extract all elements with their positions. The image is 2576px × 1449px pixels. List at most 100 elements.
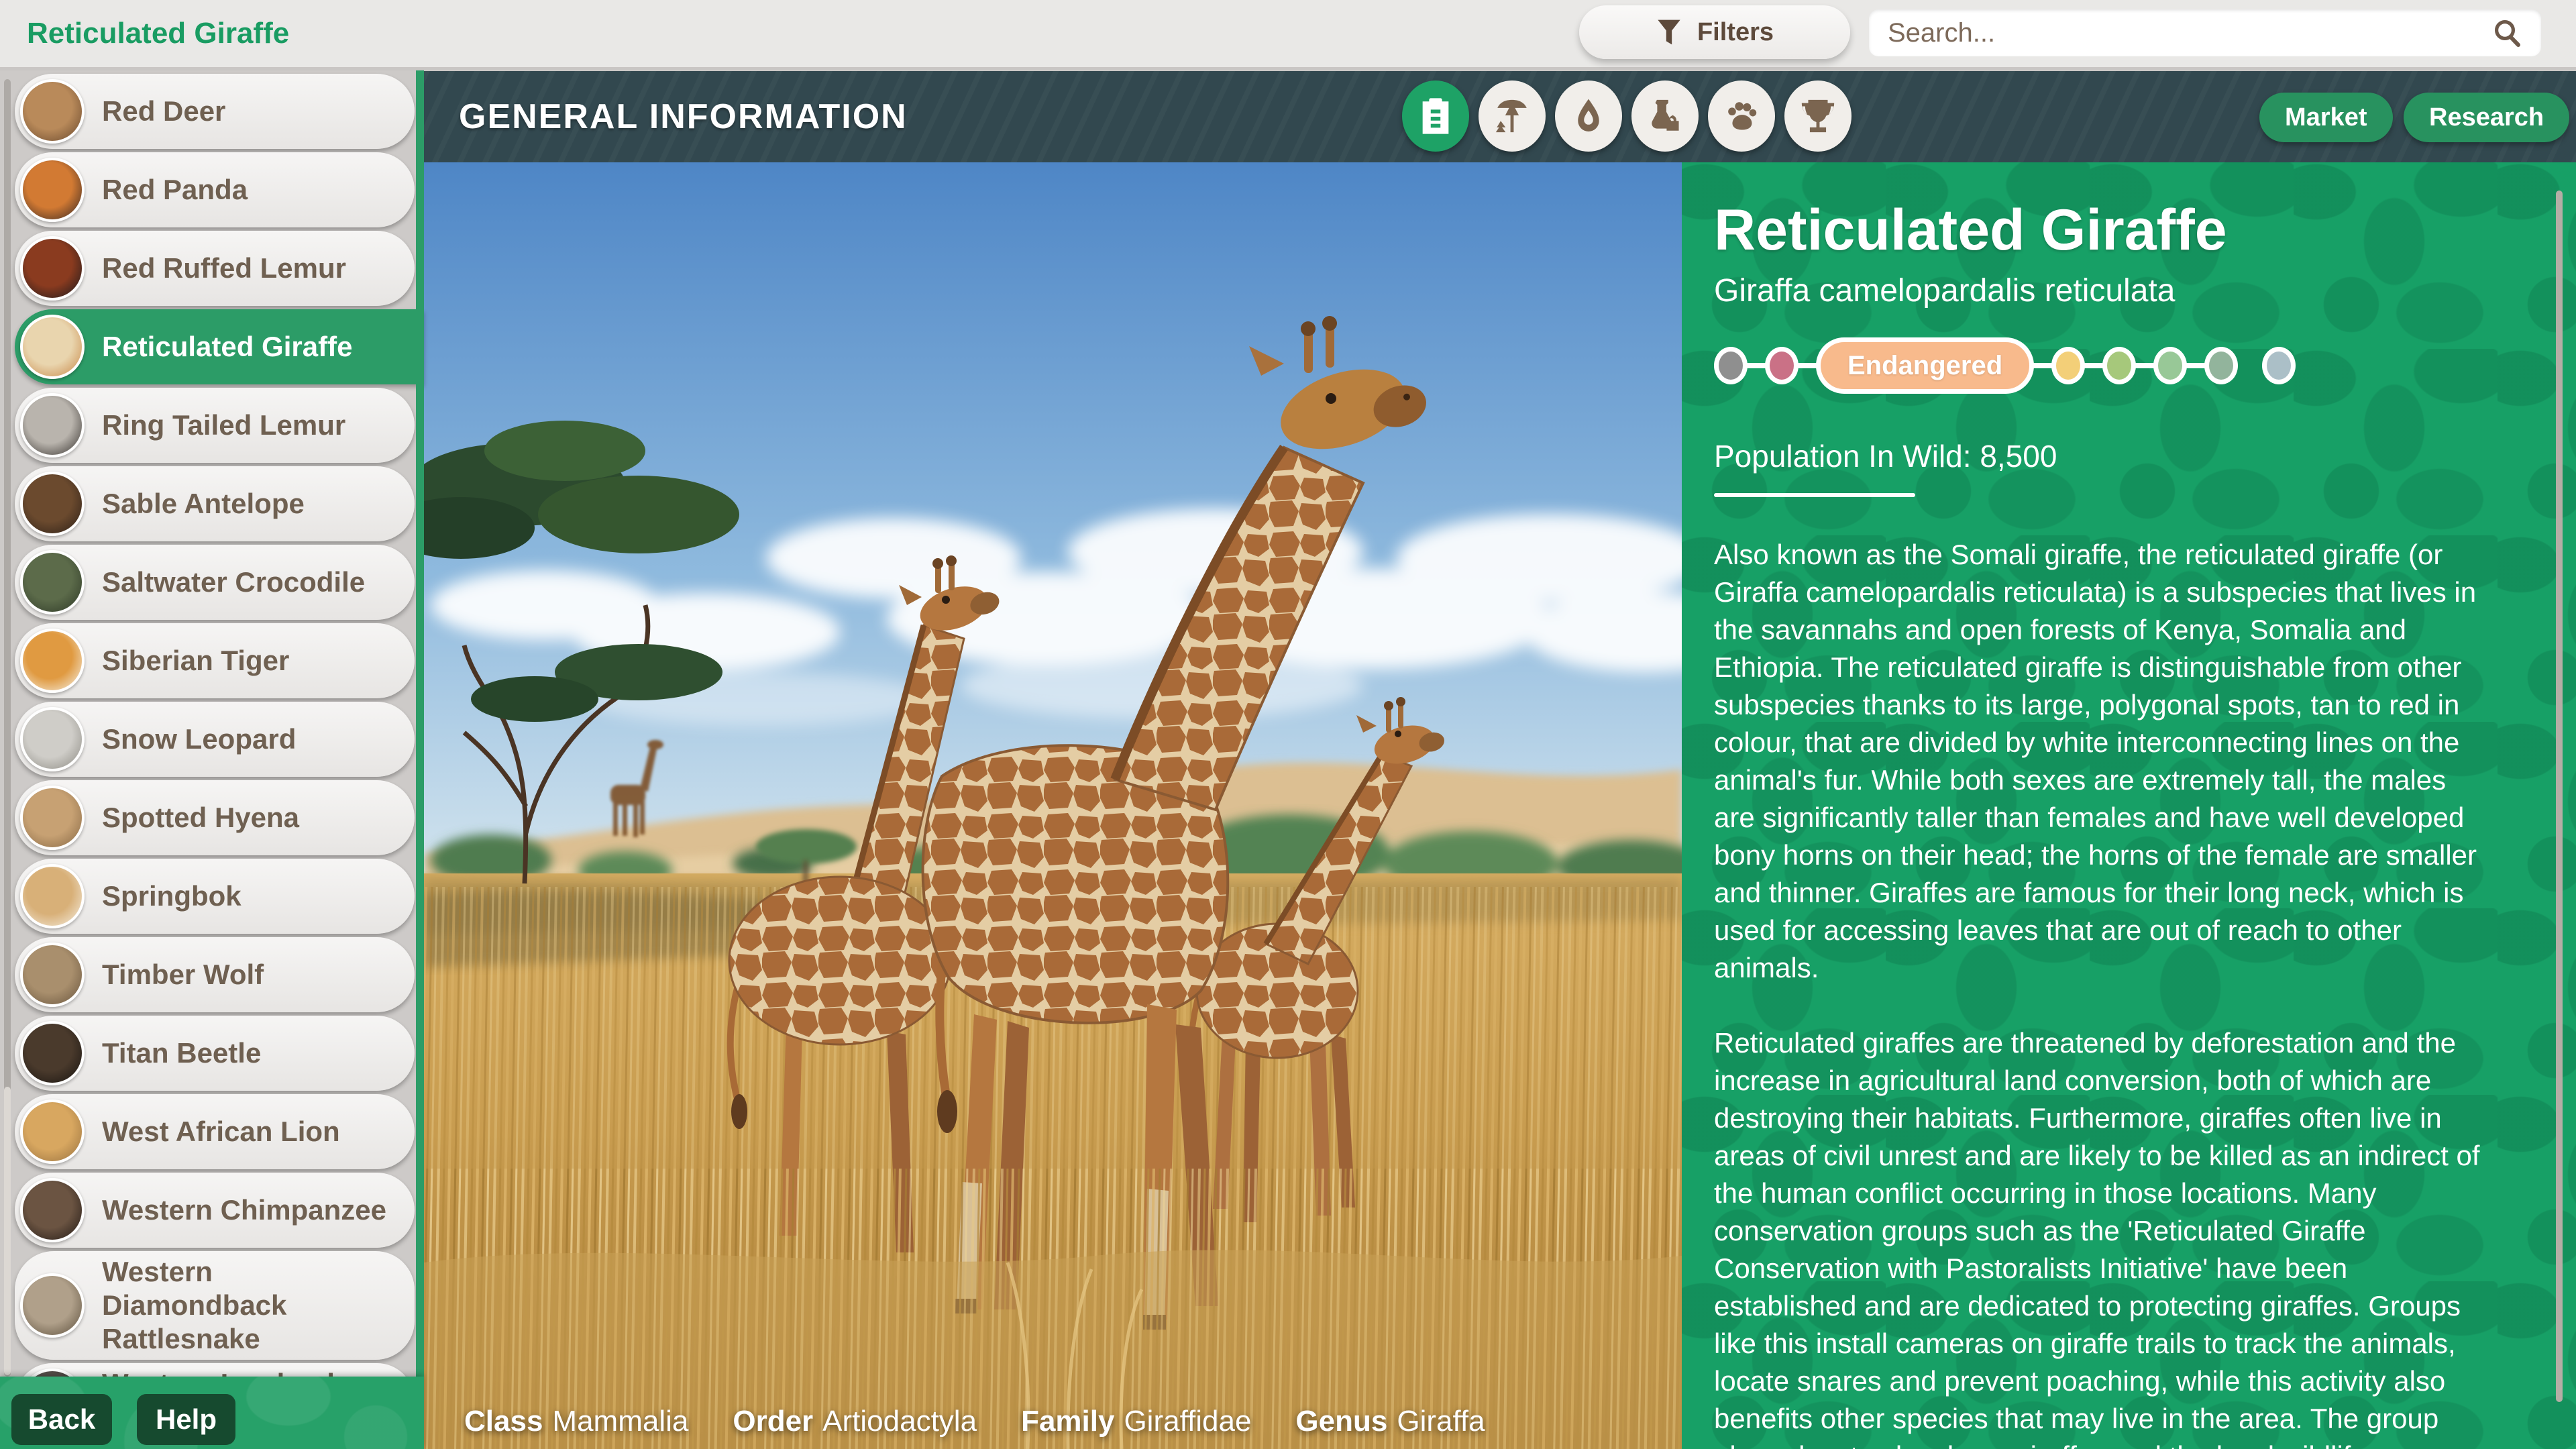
conservation-dot bbox=[2204, 347, 2238, 384]
animal-portrait bbox=[20, 943, 85, 1007]
sidebar-footer: Back Help bbox=[0, 1377, 424, 1449]
sidebar-item-spotted-hyena[interactable]: Spotted Hyena bbox=[15, 780, 415, 855]
description-paragraph: Reticulated giraffes are threatened by d… bbox=[1714, 1024, 2494, 1449]
search-input[interactable] bbox=[1886, 17, 2491, 49]
sidebar-item-label: Ring Tailed Lemur bbox=[102, 409, 345, 442]
help-button[interactable]: Help bbox=[137, 1394, 235, 1445]
taxonomy-value: Giraffa bbox=[1397, 1405, 1485, 1438]
sidebar-item-snow-leopard[interactable]: Snow Leopard bbox=[15, 702, 415, 777]
animal-portrait bbox=[20, 786, 85, 850]
description-paragraph: Also known as the Somali giraffe, the re… bbox=[1714, 536, 2494, 987]
tab-trophy-icon[interactable] bbox=[1784, 80, 1851, 152]
animal-portrait bbox=[20, 707, 85, 771]
conservation-scale: Endangered bbox=[1714, 337, 2494, 394]
zoopedia-window: Reticulated Giraffe Filters Red Deer Red … bbox=[0, 0, 2576, 1449]
sidebar-item-west-african-lion[interactable]: West African Lion bbox=[15, 1094, 415, 1169]
scientific-name: Giraffa camelopardalis reticulata bbox=[1714, 272, 2494, 309]
conservation-dot bbox=[1765, 347, 1799, 384]
conservation-dot bbox=[2102, 347, 2136, 384]
sidebar-item-red-panda[interactable]: Red Panda bbox=[15, 152, 415, 227]
taxonomy-genus: Genus Giraffa bbox=[1295, 1405, 1485, 1438]
sidebar-item-label: Timber Wolf bbox=[102, 958, 264, 991]
tab-paw-icon[interactable] bbox=[1708, 80, 1775, 152]
taxonomy-label: Order bbox=[733, 1405, 813, 1438]
taxonomy-label: Genus bbox=[1295, 1405, 1387, 1438]
sidebar-item-label: Snow Leopard bbox=[102, 722, 296, 756]
search-box bbox=[1869, 9, 2541, 56]
tab-bar bbox=[1402, 80, 1851, 152]
conservation-dot bbox=[2051, 347, 2085, 384]
conservation-dot bbox=[2153, 347, 2187, 384]
back-button[interactable]: Back bbox=[11, 1394, 112, 1445]
taxonomy-label: Family bbox=[1021, 1405, 1114, 1438]
panel-scrollbar[interactable] bbox=[2556, 191, 2563, 1402]
funnel-icon bbox=[1656, 17, 1682, 47]
animal-portrait bbox=[20, 472, 85, 536]
sidebar-item-label: West African Lion bbox=[102, 1115, 340, 1148]
taxonomy-family: FamilyGiraffidae bbox=[1021, 1405, 1251, 1438]
sidebar-item-springbok[interactable]: Springbok bbox=[15, 859, 415, 934]
sidebar-item-reticulated-giraffe[interactable]: Reticulated Giraffe bbox=[15, 309, 424, 384]
taxonomy-value: Artiodactyla bbox=[822, 1405, 977, 1438]
sidebar-item-label: Western Chimpanzee bbox=[102, 1193, 386, 1227]
sidebar-item-label: Reticulated Giraffe bbox=[102, 330, 352, 364]
sidebar-item-siberian-tiger[interactable]: Siberian Tiger bbox=[15, 623, 415, 698]
sidebar-item-western-chimpanzee[interactable]: Western Chimpanzee bbox=[15, 1173, 415, 1248]
sidebar-item-label: Sable Antelope bbox=[102, 487, 305, 521]
conservation-dot bbox=[1714, 347, 1748, 384]
sidebar-item-sable-antelope[interactable]: Sable Antelope bbox=[15, 466, 415, 541]
population-label: Population In Wild: 8,500 bbox=[1714, 438, 2494, 474]
animal-portrait bbox=[20, 158, 85, 222]
animal-portrait bbox=[20, 550, 85, 614]
tab-clipboard-icon[interactable] bbox=[1402, 80, 1469, 152]
content-header: GENERAL INFORMATION Market Research bbox=[424, 71, 2576, 162]
taxonomy-order: Order Artiodactyla bbox=[733, 1405, 977, 1438]
sidebar-item-red-ruffed-lemur[interactable]: Red Ruffed Lemur bbox=[15, 231, 415, 306]
tab-flask-lock-icon[interactable] bbox=[1631, 80, 1699, 152]
animal-portrait bbox=[20, 864, 85, 928]
animal-portrait bbox=[20, 1099, 85, 1164]
sidebar-item-ring-tailed-lemur[interactable]: Ring Tailed Lemur bbox=[15, 388, 415, 463]
taxonomy-class: Class Mammalia bbox=[464, 1405, 688, 1438]
sidebar-item-label: Titan Beetle bbox=[102, 1036, 261, 1070]
sidebar-item-titan-beetle[interactable]: Titan Beetle bbox=[15, 1016, 415, 1091]
taxonomy-bar: ClassMammaliaOrderArtiodactylaFamilyGira… bbox=[464, 1405, 1485, 1438]
taxonomy-value: Mammalia bbox=[552, 1405, 688, 1438]
taxonomy-label: Class bbox=[464, 1405, 543, 1438]
animal-portrait bbox=[20, 393, 85, 458]
tab-water-drop-icon[interactable] bbox=[1555, 80, 1622, 152]
sidebar-item-label: Western Diamondback Rattlesnake bbox=[102, 1255, 398, 1356]
sidebar-item-label: Red Panda bbox=[102, 173, 248, 207]
page-title: Reticulated Giraffe bbox=[27, 0, 289, 67]
animal-portrait bbox=[20, 1178, 85, 1242]
top-bar: Reticulated Giraffe Filters bbox=[0, 0, 2576, 70]
sidebar-item-label: Springbok bbox=[102, 879, 241, 913]
sidebar-scrollbar-thumb[interactable] bbox=[4, 1087, 11, 1375]
habitat-photo bbox=[424, 162, 1682, 1449]
market-button[interactable]: Market bbox=[2259, 93, 2393, 142]
sidebar-item-red-deer[interactable]: Red Deer bbox=[15, 74, 415, 149]
paw-icon bbox=[1722, 97, 1761, 136]
sidebar-item-label: Spotted Hyena bbox=[102, 801, 299, 835]
animal-portrait bbox=[20, 79, 85, 144]
clipboard-icon bbox=[1416, 97, 1455, 136]
conservation-dot bbox=[2262, 347, 2296, 384]
species-title: Reticulated Giraffe bbox=[1714, 200, 2494, 260]
sidebar-scrollbar[interactable] bbox=[4, 79, 11, 1377]
population-divider bbox=[1714, 493, 1915, 497]
filters-button[interactable]: Filters bbox=[1579, 5, 1850, 59]
info-panel: Reticulated Giraffe Giraffa camelopardal… bbox=[1682, 162, 2576, 1449]
sidebar-divider bbox=[416, 67, 424, 1449]
flask-lock-icon bbox=[1646, 97, 1684, 136]
species-description: Also known as the Somali giraffe, the re… bbox=[1714, 536, 2494, 1449]
sidebar-item-label: Siberian Tiger bbox=[102, 644, 289, 678]
sidebar-item-saltwater-crocodile[interactable]: Saltwater Crocodile bbox=[15, 545, 415, 620]
research-button[interactable]: Research bbox=[2404, 93, 2569, 142]
tab-habitat-tree-icon[interactable] bbox=[1479, 80, 1546, 152]
section-title: GENERAL INFORMATION bbox=[459, 71, 908, 162]
sidebar-item-western-diamondback-rattlesnake[interactable]: Western Diamondback Rattlesnake bbox=[15, 1251, 415, 1360]
water-drop-icon bbox=[1569, 97, 1608, 136]
search-icon bbox=[2491, 17, 2524, 49]
animal-portrait bbox=[20, 1021, 85, 1085]
sidebar-item-timber-wolf[interactable]: Timber Wolf bbox=[15, 937, 415, 1012]
